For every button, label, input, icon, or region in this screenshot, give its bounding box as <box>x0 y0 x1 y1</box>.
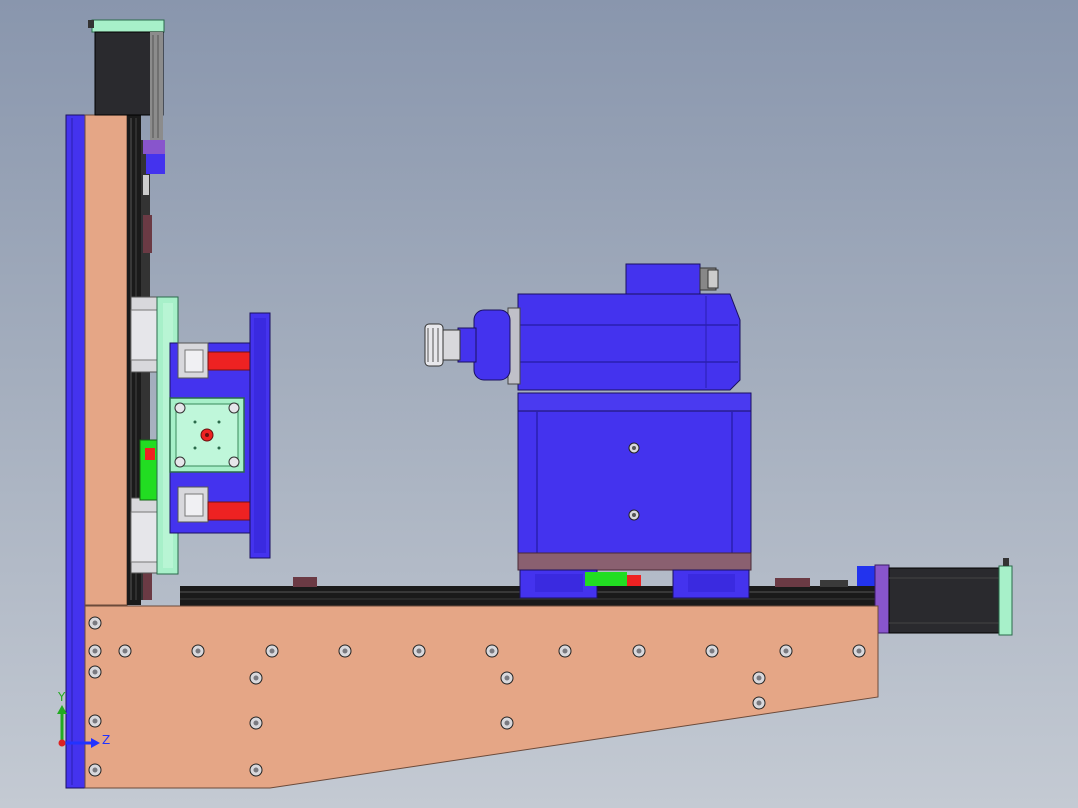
spindle-motor[interactable] <box>424 263 741 391</box>
z-axis-stepper-motor[interactable] <box>169 397 245 473</box>
cnc-machine-side-view: Y Z <box>57 19 1013 789</box>
x-axis-stepper-motor[interactable] <box>857 558 1013 636</box>
y-axis-label: Y <box>57 690 66 704</box>
cad-viewport[interactable]: Y Z <box>0 0 1078 808</box>
column-blue-edge <box>65 114 86 789</box>
column-plate <box>84 114 128 606</box>
z-axis-label: Z <box>102 733 110 747</box>
spindle-mount-block[interactable] <box>517 392 752 571</box>
triad-origin <box>58 739 66 747</box>
